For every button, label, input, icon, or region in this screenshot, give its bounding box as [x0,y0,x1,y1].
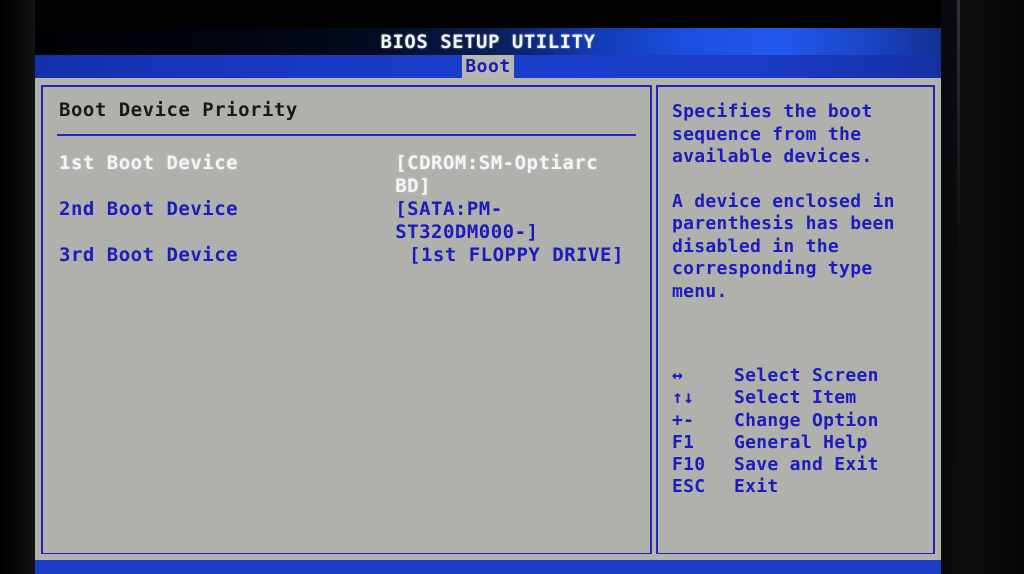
left-right-arrow-icon: ↔ [672,365,684,386]
key-legend-row-select-item: ↑↓ Select Item [672,387,921,409]
help-paragraph-1: Specifies the boot sequence from the ava… [672,101,873,167]
boot-device-row-3[interactable]: 3rd Boot Device [1st FLOPPY DRIVE] [59,244,636,267]
monitor-bezel-top [0,0,1024,28]
key-f10: F10 [672,454,706,476]
monitor-photo: BIOS SETUP UTILITY Boot Boot Device Prio… [0,0,1024,574]
tab-boot[interactable]: Boot [462,55,514,78]
key-legend-label-change-option: Change Option [734,409,879,431]
key-legend-row-change-option: +- Change Option [672,410,921,432]
footer-bar [35,560,941,574]
menu-bar: Boot [35,55,941,78]
boot-device-label-1: 1st Boot Device [59,152,239,174]
key-legend-row-select-screen: ↔ Select Screen [672,365,921,387]
key-legend-row-save-and-exit: F10 Save and Exit [672,454,921,476]
title-bar: BIOS SETUP UTILITY [35,28,941,55]
key-legend-label-general-help: General Help [734,431,868,453]
boot-device-row-2[interactable]: 2nd Boot Device [SATA:PM-ST320DM000-] [59,198,636,244]
footer-text [35,560,941,567]
monitor-bezel-left [0,0,35,574]
boot-device-label-2: 2nd Boot Device [59,198,239,220]
key-f1: F1 [672,431,695,453]
boot-device-row-1[interactable]: 1st Boot Device [CDROM:SM-Optiarc BD] [59,152,636,198]
key-legend-row-general-help: F1 General Help [672,432,921,454]
content-area: Boot Device Priority 1st Boot Device [CD… [35,78,941,574]
boot-device-value-1[interactable]: [CDROM:SM-Optiarc BD] [395,152,636,198]
boot-device-label-3: 3rd Boot Device [59,244,239,266]
boot-device-value-2[interactable]: [SATA:PM-ST320DM000-] [395,198,636,244]
monitor-bezel-glint [957,0,960,574]
key-esc: ESC [672,476,706,498]
title-divider [57,134,636,136]
key-legend-label-exit: Exit [734,476,779,498]
key-legend-label-select-item: Select Item [734,387,857,409]
key-legend: ↔ Select Screen ↑↓ Select Item +- Change… [672,365,921,499]
bios-screen: BIOS SETUP UTILITY Boot Boot Device Prio… [35,28,941,574]
help-paragraph-2: A device enclosed in parenthesis has bee… [672,190,895,302]
boot-priority-panel: Boot Device Priority 1st Boot Device [CD… [41,85,652,555]
page-title: Boot Device Priority [59,99,298,121]
monitor-bezel-right [941,0,1024,574]
boot-device-value-3[interactable]: [1st FLOPPY DRIVE] [409,244,624,267]
key-legend-row-exit: ESC Exit [672,476,921,498]
help-panel: Specifies the boot sequence from the ava… [656,85,935,555]
plus-minus-icon: +- [672,409,695,431]
menu-tab-list: Boot [35,55,941,78]
app-title: BIOS SETUP UTILITY [380,31,596,53]
key-legend-label-save-and-exit: Save and Exit [734,454,879,476]
up-down-arrow-icon: ↑↓ [672,387,695,409]
key-legend-label-select-screen: Select Screen [734,365,879,386]
